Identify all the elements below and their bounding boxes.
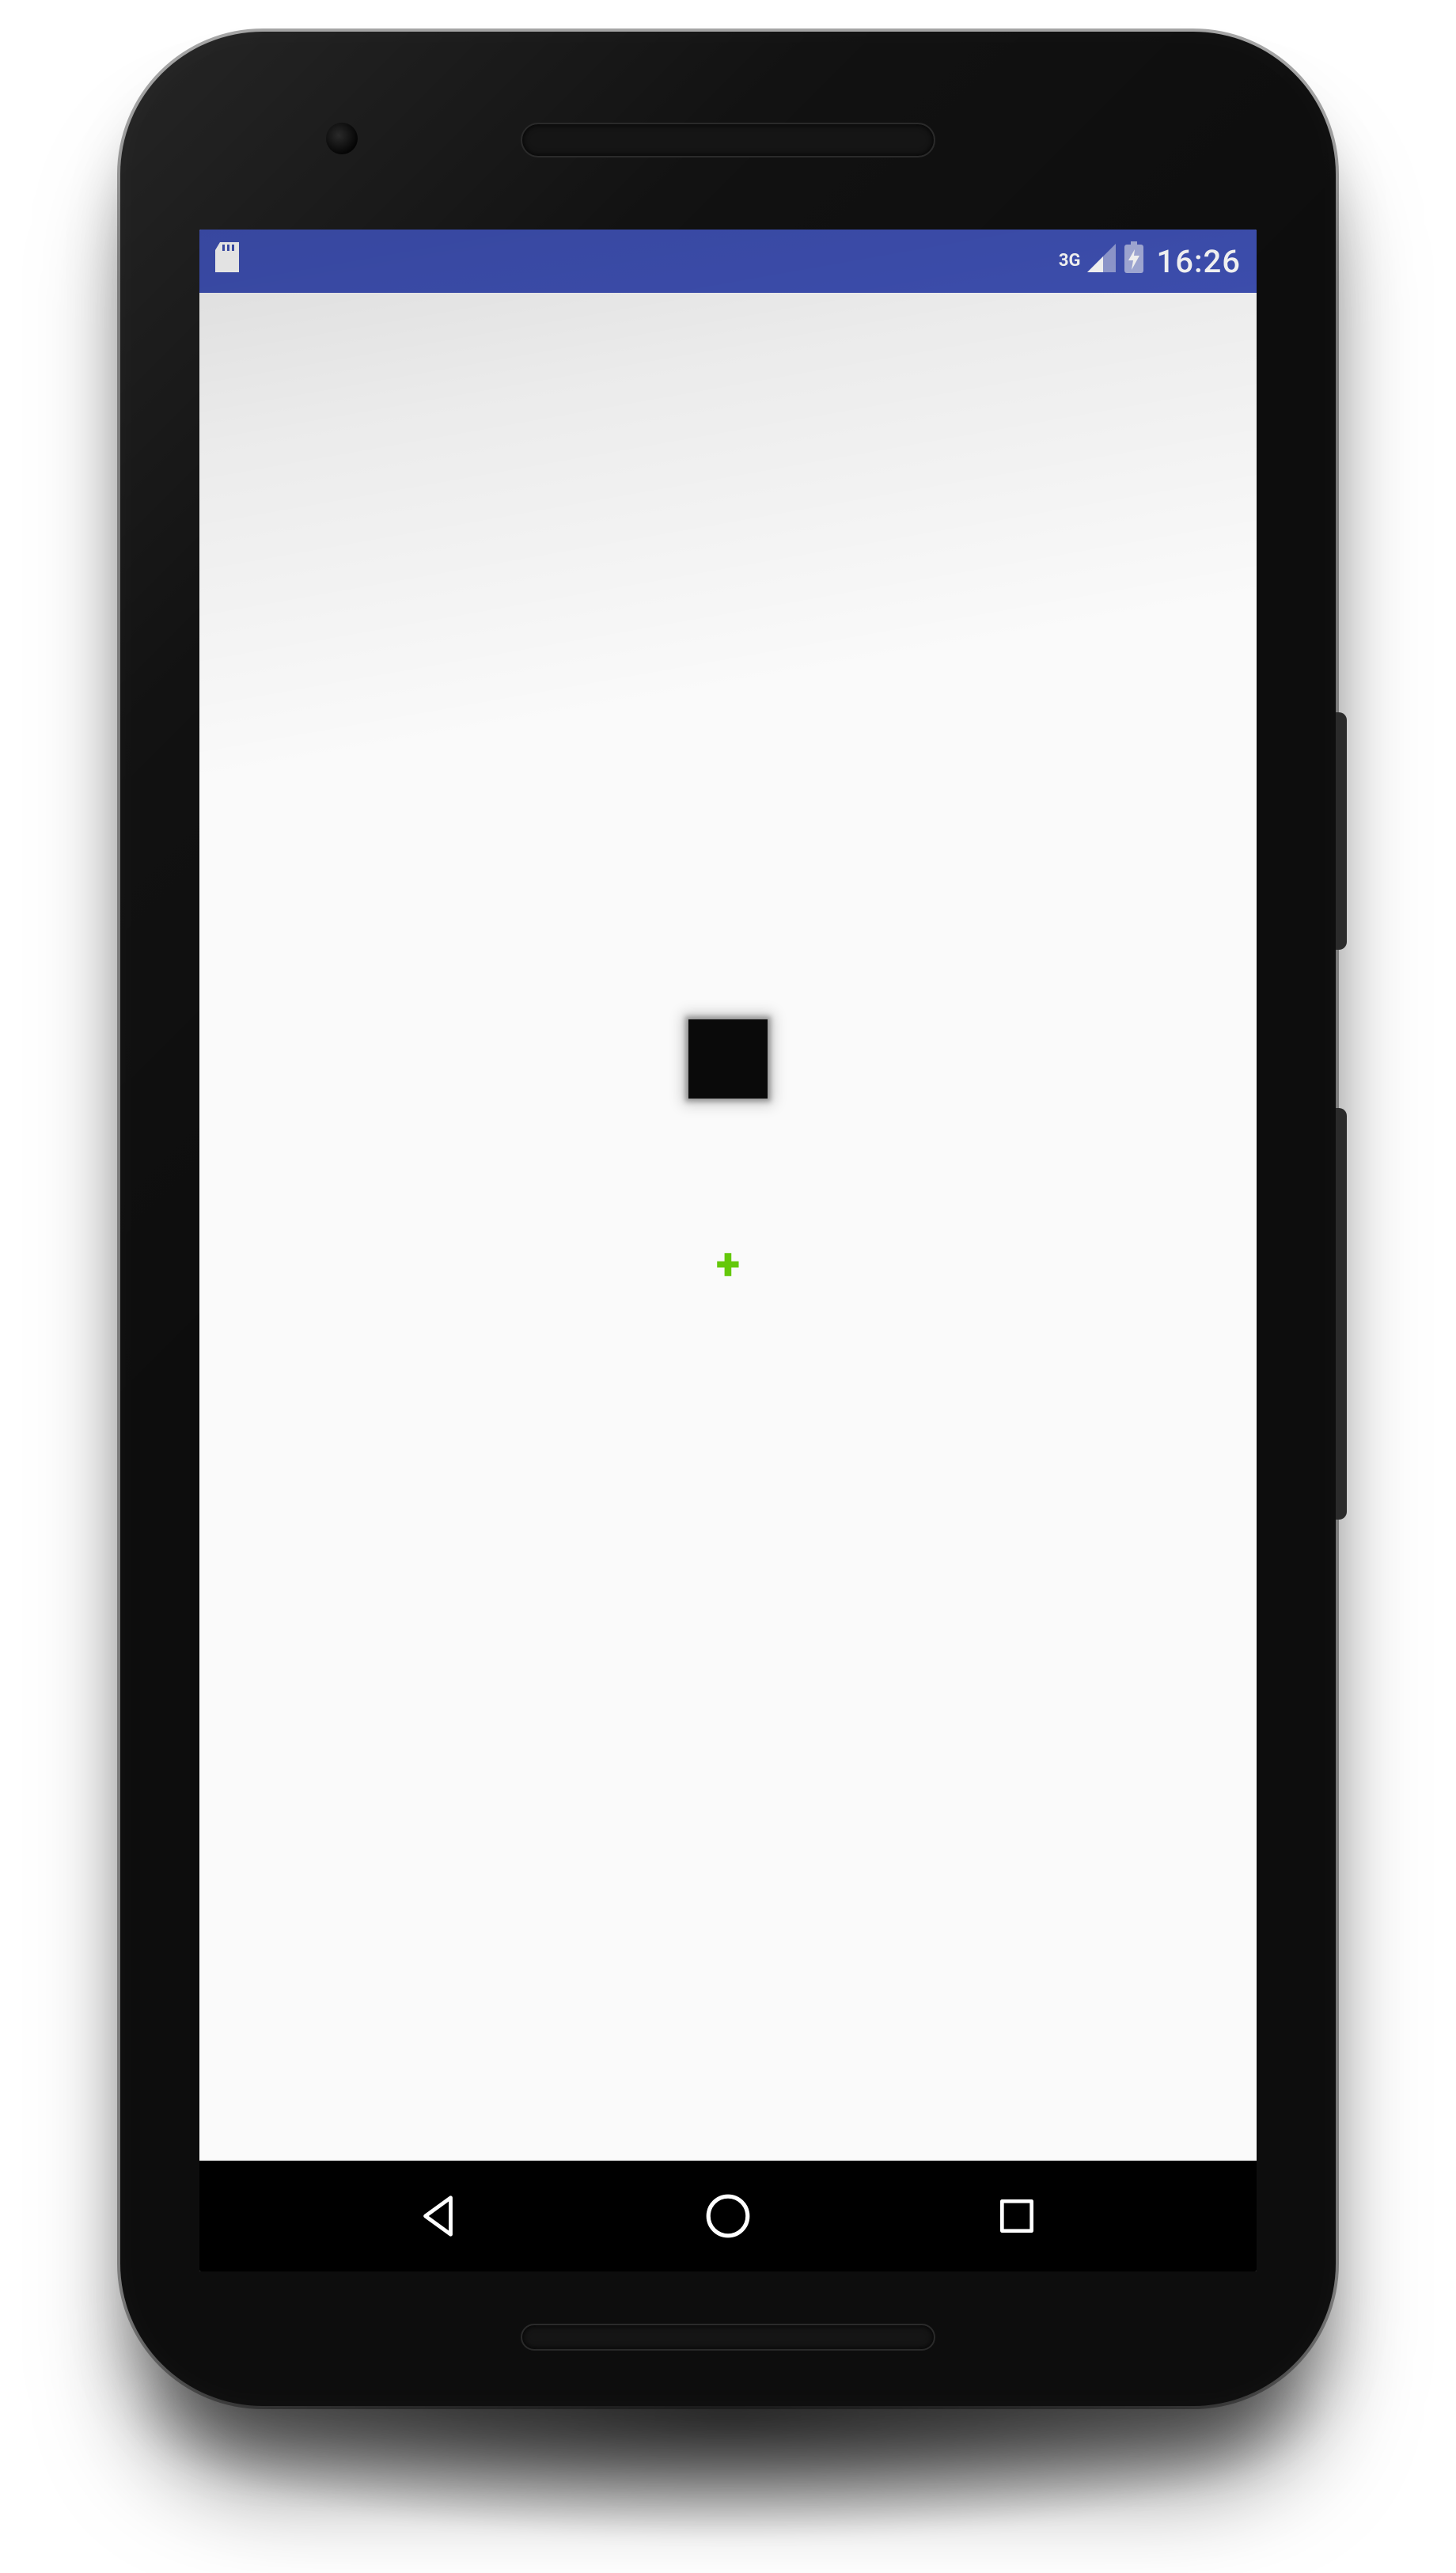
front-camera — [326, 123, 358, 154]
device-screen: 3G 16:26 — [199, 230, 1257, 2271]
navigation-bar — [199, 2161, 1257, 2271]
earpiece-speaker — [521, 123, 935, 157]
back-button[interactable] — [376, 2176, 502, 2256]
home-button[interactable] — [665, 2176, 791, 2256]
network-type-label: 3G — [1059, 251, 1081, 271]
hardware-volume-rocker — [1336, 1108, 1347, 1520]
status-bar: 3G 16:26 — [199, 230, 1257, 293]
app-content[interactable]: + — [199, 293, 1257, 2161]
phone-frame: 3G 16:26 — [120, 32, 1336, 2406]
draggable-block[interactable] — [688, 1019, 768, 1099]
recent-apps-button[interactable] — [954, 2176, 1080, 2256]
sd-card-icon — [215, 242, 239, 280]
status-bar-right: 3G 16:26 — [1059, 241, 1241, 281]
plus-marker-icon: + — [716, 1242, 740, 1286]
battery-icon — [1124, 241, 1144, 281]
status-bar-time: 16:26 — [1157, 243, 1241, 280]
bottom-speaker — [521, 2324, 935, 2351]
hardware-power-button — [1336, 712, 1347, 950]
status-bar-left — [215, 242, 239, 280]
signal-icon — [1087, 243, 1116, 280]
